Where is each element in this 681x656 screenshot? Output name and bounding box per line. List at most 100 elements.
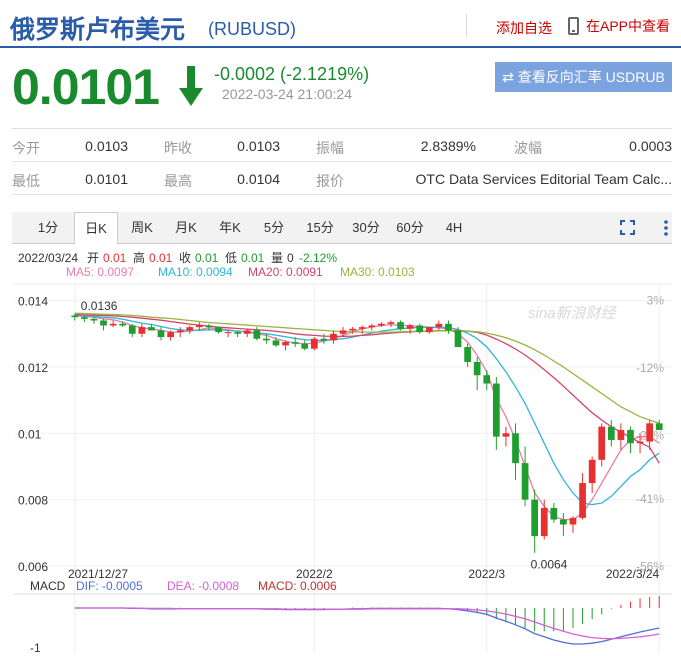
tab-15min[interactable]: 15分	[298, 212, 342, 244]
stat-label: 今开	[12, 140, 40, 156]
candle-body	[406, 325, 414, 329]
candle-body	[416, 325, 424, 333]
info-close: 0.01	[195, 251, 219, 265]
ma30-label: MA30: 0.0103	[340, 265, 415, 279]
x-tick-label: 2022/3/24	[606, 567, 660, 581]
candle-body	[349, 328, 356, 331]
tab-4h[interactable]: 4H	[434, 212, 474, 244]
stat-value: OTC Data Services Editorial Team Calc...	[415, 171, 673, 187]
candle-body	[531, 499, 539, 537]
candle-body	[176, 330, 184, 333]
macd-tick-label: -1	[30, 641, 41, 654]
candle-body	[81, 317, 88, 319]
candle-body	[588, 459, 596, 484]
candle-body	[512, 433, 519, 464]
tab-daily[interactable]: 日K	[74, 212, 118, 245]
fullscreen-icon[interactable]	[620, 220, 635, 235]
ma-legend: MA5: 0.0097 MA10: 0.0094 MA20: 0.0091 MA…	[66, 265, 415, 279]
candle-body	[205, 325, 213, 328]
info-high-label: 高	[133, 250, 145, 265]
price-change: -0.0002 (-2.1219%)	[214, 64, 370, 84]
candle-body	[521, 463, 529, 500]
candle-body	[109, 323, 117, 326]
candle-body	[138, 327, 146, 334]
candle-body	[425, 327, 433, 333]
tab-yearly[interactable]: 年K	[208, 212, 252, 244]
stats-table: 今开 0.0103 昨收 0.0103 振幅 2.8389% 波幅 0.0003…	[12, 128, 672, 195]
candle-body	[550, 507, 558, 520]
candle-body	[655, 423, 663, 430]
stat-value: 0.0103	[85, 138, 128, 154]
info-high: 0.01	[149, 251, 173, 265]
info-close-label: 收	[179, 251, 191, 265]
open-app-button[interactable]: 在APP中查看	[568, 16, 670, 36]
stat-label: 波幅	[514, 140, 542, 156]
phone-icon	[568, 17, 579, 35]
ma-lines	[74, 312, 660, 521]
ma5-label: MA5: 0.0097	[66, 265, 134, 279]
tab-weekly[interactable]: 周K	[120, 212, 164, 244]
page-title: 俄罗斯卢布美元	[10, 16, 186, 44]
stat-value: 0.0003	[629, 138, 672, 154]
info-low: 0.01	[241, 251, 265, 265]
macd-value-label: MACD: 0.0006	[258, 579, 337, 593]
candle-body	[186, 327, 194, 331]
candle-body	[167, 332, 174, 338]
candle-body	[502, 433, 510, 437]
candle-body	[579, 483, 586, 518]
pct-tick-label: -12%	[636, 361, 664, 375]
pct-tick-label: -41%	[636, 492, 664, 506]
candle-body	[310, 338, 318, 349]
extreme-label: 0.0064	[531, 558, 568, 572]
extreme-label: 0.0136	[81, 299, 118, 313]
info-vol: 0	[287, 251, 294, 265]
candle-body	[243, 330, 251, 334]
macd-dif-label: DIF: -0.0005	[76, 579, 143, 593]
open-app-label: 在APP中查看	[586, 18, 671, 34]
candle-body	[483, 375, 491, 384]
info-low-label: 低	[225, 251, 237, 265]
tab-monthly[interactable]: 月K	[164, 212, 208, 244]
tab-1min[interactable]: 1分	[28, 212, 68, 244]
reverse-rate-button[interactable]: ⇄ 查看反向汇率 USDRUB	[495, 62, 672, 92]
stat-value: 2.8389%	[420, 138, 476, 154]
candle-body	[301, 343, 309, 349]
candle-body	[71, 315, 79, 318]
candle-body	[291, 342, 299, 344]
tab-5min[interactable]: 5分	[252, 212, 296, 244]
more-icon[interactable]	[663, 219, 669, 237]
candle-body	[263, 338, 270, 341]
macd-legend: MACD DIF: -0.0005 DEA: -0.0008 MACD: 0.0…	[30, 579, 337, 593]
stat-value: 0.0103	[237, 138, 280, 154]
y-tick-label: 0.006	[18, 560, 48, 574]
current-price: 0.0101	[12, 59, 160, 115]
stat-value: 0.0104	[237, 171, 280, 187]
candle-body	[598, 426, 606, 460]
stat-label: 振幅	[316, 140, 344, 156]
candle-body	[560, 519, 567, 525]
tab-60min[interactable]: 60分	[388, 212, 432, 244]
candle-body	[473, 361, 481, 376]
macd-pane: -1	[14, 593, 672, 654]
candle-body	[607, 426, 615, 440]
tab-30min[interactable]: 30分	[344, 212, 388, 244]
stats-row: 今开 0.0103 昨收 0.0103 振幅 2.8389% 波幅 0.0003	[12, 129, 672, 162]
info-date: 2022/03/24	[18, 251, 78, 265]
candle-body	[492, 383, 500, 437]
candle-body	[282, 342, 289, 346]
info-open-label: 开	[87, 251, 99, 265]
candle-body	[627, 429, 634, 444]
y-tick-label: 0.014	[18, 295, 48, 309]
add-watchlist-button[interactable]: 添加自选	[496, 18, 552, 38]
candle-body	[454, 330, 462, 348]
candle-body	[636, 441, 644, 444]
candle-body	[253, 330, 261, 339]
candle-body	[464, 347, 471, 362]
candle-body	[272, 340, 280, 346]
candle-body	[90, 318, 98, 321]
candle-body	[224, 332, 232, 334]
dif-line	[74, 607, 660, 645]
candle-body	[119, 323, 127, 326]
candle-body	[368, 325, 376, 328]
kline-chart[interactable]: 2022/03/24 开 0.01 高 0.01 收 0.01 低 0.01 量…	[0, 248, 681, 654]
